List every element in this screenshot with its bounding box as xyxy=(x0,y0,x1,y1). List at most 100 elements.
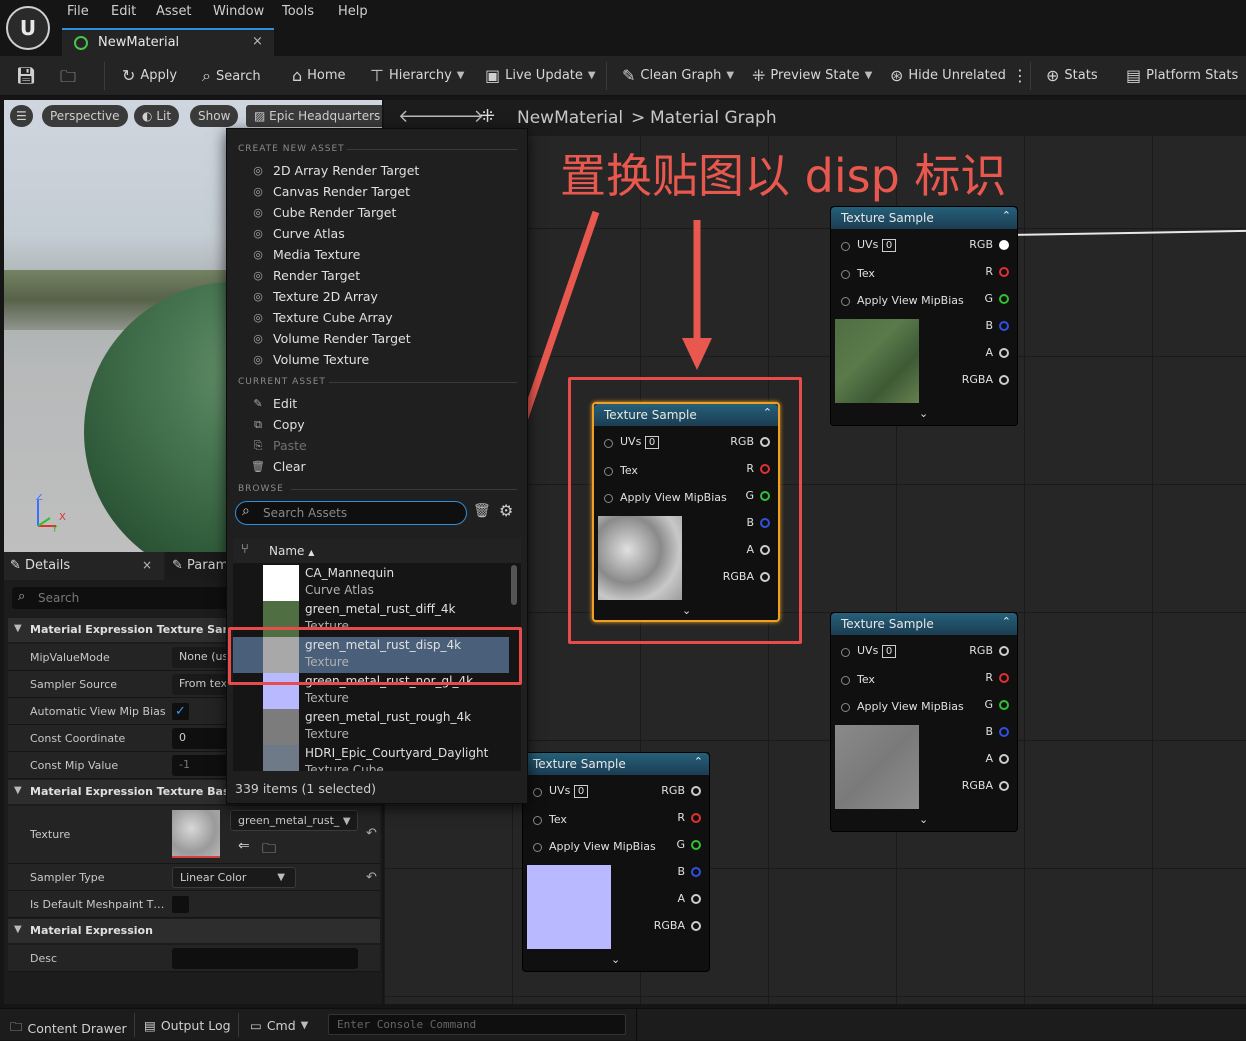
platform-stats-button[interactable]: ▤ Platform Stats xyxy=(1126,66,1238,85)
use-selected-asset-icon[interactable]: ⇐ xyxy=(238,838,250,854)
document-tab[interactable]: NewMaterial × xyxy=(62,28,274,56)
mip-value-mode-dropdown[interactable]: None (use xyxy=(172,647,234,668)
auto-mip-bias-checkbox[interactable]: ✓ xyxy=(172,703,189,720)
create-asset-item[interactable]: ◎ 2D Array Render Target xyxy=(251,163,419,178)
sampler-type-dropdown[interactable]: Linear Color ▼ xyxy=(172,867,296,888)
content-drawer-button[interactable]: 🗀 Content Drawer xyxy=(10,1018,127,1039)
collapse-node-icon[interactable]: ⌃ xyxy=(1002,615,1011,628)
rgba-output-pin[interactable] xyxy=(999,375,1009,385)
clean-graph-button[interactable]: ✎ Clean Graph ▼ xyxy=(622,66,734,85)
create-asset-item[interactable]: ◎ Canvas Render Target xyxy=(251,184,410,199)
apply-button[interactable]: ↻ Apply xyxy=(122,66,177,85)
r-output-pin[interactable] xyxy=(760,464,770,474)
hide-unrelated-button[interactable]: ⊛ Hide Unrelated xyxy=(890,66,1006,85)
preview-scene-button[interactable]: ▨ Epic Headquarters xyxy=(246,105,382,127)
expand-node-icon[interactable]: ⌄ xyxy=(682,604,691,617)
breadcrumb-page[interactable]: Material Graph xyxy=(650,108,777,128)
uv-index-box[interactable]: 0 xyxy=(881,645,897,658)
create-asset-item[interactable]: ◎ Media Texture xyxy=(251,247,360,262)
close-details-icon[interactable]: × xyxy=(142,558,152,572)
r-output-pin[interactable] xyxy=(999,673,1009,683)
collapse-node-icon[interactable]: ⌃ xyxy=(694,755,703,768)
current-asset-clear[interactable]: 🗑︎ Clear xyxy=(251,459,306,474)
current-asset-edit[interactable]: ✎ Edit xyxy=(251,396,297,411)
breadcrumb-root[interactable]: NewMaterial xyxy=(517,108,623,128)
rgb-output-pin[interactable] xyxy=(999,646,1009,656)
g-output-pin[interactable] xyxy=(999,294,1009,304)
node-header[interactable]: Texture Sample ⌃ xyxy=(831,207,1017,229)
rgb-output-pin[interactable] xyxy=(760,437,770,447)
r-output-pin[interactable] xyxy=(999,267,1009,277)
trash-icon[interactable]: 🗑︎ xyxy=(473,503,491,519)
texture-sample-node-selected[interactable]: Texture Sample ⌃ UVs 0 Tex Apply View Mi… xyxy=(592,402,780,622)
asset-row[interactable]: green_metal_rust_rough_4k Texture xyxy=(233,709,509,745)
g-output-pin[interactable] xyxy=(999,700,1009,710)
source-tree-icon[interactable]: ⑂ xyxy=(241,542,249,557)
rgba-output-pin[interactable] xyxy=(760,572,770,582)
menu-window[interactable]: Window xyxy=(213,4,264,19)
a-output-pin[interactable] xyxy=(999,348,1009,358)
sampler-source-dropdown[interactable]: From text xyxy=(172,674,234,695)
create-asset-item[interactable]: ◎ Volume Texture xyxy=(251,352,369,367)
apply-mip-input-pin[interactable] xyxy=(604,494,613,503)
collapse-node-icon[interactable]: ⌃ xyxy=(1002,209,1011,222)
create-asset-item[interactable]: ◎ Texture 2D Array xyxy=(251,289,378,304)
preview-state-button[interactable]: ⁜ Preview State ▼ xyxy=(752,66,872,85)
default-meshpaint-checkbox[interactable] xyxy=(172,896,189,913)
uv-index-box[interactable]: 0 xyxy=(644,436,660,449)
viewport-menu-button[interactable]: ☰ xyxy=(10,105,33,127)
create-asset-item[interactable]: ◎ Curve Atlas xyxy=(251,226,345,241)
tex-input-pin[interactable] xyxy=(604,467,613,476)
g-output-pin[interactable] xyxy=(760,491,770,501)
console-command-input[interactable]: Enter Console Command xyxy=(328,1014,626,1035)
a-output-pin[interactable] xyxy=(999,754,1009,764)
close-tab-icon[interactable]: × xyxy=(252,34,263,49)
apply-mip-input-pin[interactable] xyxy=(533,843,542,852)
uvs-input-pin[interactable] xyxy=(841,648,850,657)
settings-gear-icon[interactable]: ⚙ xyxy=(499,501,513,520)
create-asset-item[interactable]: ◎ Volume Render Target xyxy=(251,331,410,346)
a-output-pin[interactable] xyxy=(760,545,770,555)
show-button[interactable]: Show xyxy=(190,105,239,127)
more-options-icon[interactable]: ⋮ xyxy=(1012,66,1028,85)
uvs-input-pin[interactable] xyxy=(604,439,613,448)
current-asset-copy[interactable]: ⧉ Copy xyxy=(251,417,305,432)
node-header[interactable]: Texture Sample ⌃ xyxy=(523,753,709,775)
a-output-pin[interactable] xyxy=(691,894,701,904)
menu-asset[interactable]: Asset xyxy=(156,4,192,19)
b-output-pin[interactable] xyxy=(691,867,701,877)
create-asset-item[interactable]: ◎ Texture Cube Array xyxy=(251,310,392,325)
apply-mip-input-pin[interactable] xyxy=(841,703,850,712)
live-update-button[interactable]: ▣ Live Update ▼ xyxy=(485,66,596,85)
expand-node-icon[interactable]: ⌄ xyxy=(919,407,928,420)
menu-file[interactable]: File xyxy=(67,4,89,19)
const-mip-value-input[interactable]: -1 xyxy=(172,755,234,776)
texture-thumbnail[interactable] xyxy=(172,810,220,858)
details-tab[interactable]: ✎ Details × xyxy=(4,552,164,580)
desc-input[interactable] xyxy=(172,948,358,969)
asset-list-scrollbar[interactable] xyxy=(511,565,517,605)
node-header[interactable]: Texture Sample ⌃ xyxy=(831,613,1017,635)
b-output-pin[interactable] xyxy=(999,321,1009,331)
browse-asset-icon[interactable]: 🗀 xyxy=(262,838,276,862)
save-button[interactable]: 💾︎ xyxy=(16,66,36,85)
rgb-output-pin[interactable] xyxy=(691,786,701,796)
search-button[interactable]: ⌕ Search xyxy=(202,66,261,86)
node-header[interactable]: Texture Sample ⌃ xyxy=(594,404,778,426)
asset-row[interactable]: HDRI_Epic_Courtyard_Daylight Texture Cub… xyxy=(233,745,509,771)
unreal-logo-icon[interactable]: U xyxy=(6,6,50,50)
forward-arrow-icon[interactable]: 🡒 xyxy=(436,106,484,127)
menu-help[interactable]: Help xyxy=(338,4,368,19)
texture-sample-node-mid-right[interactable]: Texture Sample ⌃ UVs 0 Tex Apply View Mi… xyxy=(830,612,1018,832)
texture-sample-node-bottom[interactable]: Texture Sample ⌃ UVs 0 Tex Apply View Mi… xyxy=(522,752,710,972)
uvs-input-pin[interactable] xyxy=(841,242,850,251)
output-log-button[interactable]: ▤ Output Log xyxy=(144,1018,231,1033)
texture-sample-node-top-right[interactable]: Texture Sample ⌃ UVs 0 Tex Apply View Mi… xyxy=(830,206,1018,426)
reset-to-default-icon[interactable]: ↶ xyxy=(366,826,377,841)
b-output-pin[interactable] xyxy=(760,518,770,528)
g-output-pin[interactable] xyxy=(691,840,701,850)
category-material-expression[interactable]: ▼ Material Expression xyxy=(8,919,380,943)
r-output-pin[interactable] xyxy=(691,813,701,823)
tex-input-pin[interactable] xyxy=(841,676,850,685)
asset-row[interactable]: CA_Mannequin Curve Atlas xyxy=(233,565,509,601)
